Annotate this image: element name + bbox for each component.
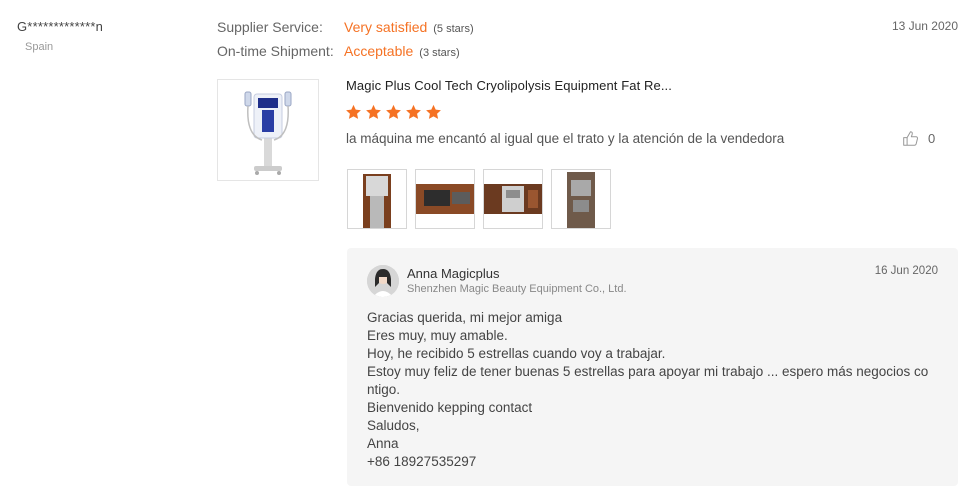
reply-line: Anna — [367, 436, 399, 451]
helpful-button[interactable]: 0 — [902, 130, 935, 147]
rating-stars-note: (3 stars) — [419, 47, 460, 59]
reply-text: Gracias querida, mi mejor amiga Eres muy… — [367, 309, 942, 471]
reply-line: ntigo. — [367, 382, 401, 397]
star-icon — [346, 104, 361, 119]
rating-value: Acceptable — [344, 43, 414, 59]
review-text: la máquina me encantó al igual que el tr… — [346, 131, 785, 146]
seller-reply: Anna Magicplus Shenzhen Magic Beauty Equ… — [347, 248, 958, 486]
star-icon — [426, 104, 441, 119]
review-photo[interactable] — [551, 169, 611, 229]
reply-line: Saludos, — [367, 418, 420, 433]
seller-name: Anna Magicplus — [407, 266, 500, 281]
reply-line: +86 18927535297 — [367, 454, 477, 469]
rating-value: Very satisfied — [344, 19, 428, 35]
review-photo[interactable] — [347, 169, 407, 229]
reply-date: 16 Jun 2020 — [874, 265, 938, 277]
helpful-count: 0 — [928, 131, 936, 146]
thumbs-up-icon — [903, 131, 919, 146]
reply-line: Hoy, he recibido 5 estrellas cuando voy … — [367, 346, 666, 361]
review-star-rating — [345, 104, 442, 121]
star-icon — [366, 104, 381, 119]
review-date: 13 Jun 2020 — [891, 19, 958, 33]
rating-label: On-time Shipment: — [217, 43, 334, 59]
product-image — [218, 80, 318, 180]
reply-line: Estoy muy feliz de tener buenas 5 estrel… — [367, 364, 929, 379]
rating-stars-note: (5 stars) — [433, 23, 474, 35]
review-photo[interactable] — [415, 169, 475, 229]
review-photo[interactable] — [483, 169, 543, 229]
star-icon — [386, 104, 401, 119]
supplier-service-rating: Supplier Service: Very satisfied (5 stars) — [217, 19, 474, 35]
reviewer-country: Spain — [25, 41, 54, 53]
reply-line: Bienvenido kepping contact — [367, 400, 533, 415]
seller-company: Shenzhen Magic Beauty Equipment Co., Ltd… — [407, 283, 627, 295]
rating-label: Supplier Service: — [217, 19, 323, 35]
product-title[interactable]: Magic Plus Cool Tech Cryolipolysis Equip… — [346, 78, 672, 93]
review-photos — [347, 169, 611, 229]
shipment-rating: On-time Shipment: Acceptable (3 stars) — [217, 43, 460, 59]
reply-line: Gracias querida, mi mejor amiga — [367, 310, 563, 325]
reply-line: Eres muy, muy amable. — [367, 328, 508, 343]
avatar — [367, 265, 399, 297]
product-thumbnail[interactable] — [217, 79, 319, 181]
reviewer-name: G*************n — [17, 19, 104, 34]
star-icon — [406, 104, 421, 119]
